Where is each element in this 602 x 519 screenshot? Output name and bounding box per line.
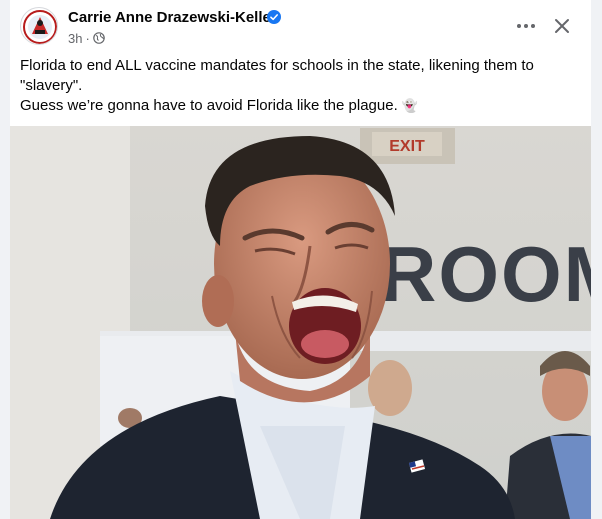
post-header: Carrie Anne Drazewski-Keller 3h · <box>10 0 591 52</box>
more-options-button[interactable] <box>510 12 542 40</box>
verified-badge-icon <box>267 10 281 24</box>
post-time[interactable]: 3h <box>68 31 82 46</box>
more-options-icon <box>517 24 535 28</box>
post-meta: 3h · <box>68 31 105 46</box>
avatar-image <box>23 10 57 44</box>
rooms-sign-text: ROOMS <box>380 230 591 318</box>
close-icon <box>555 19 569 33</box>
post-text: Florida to end ALL vaccine mandates for … <box>20 56 576 116</box>
avatar[interactable] <box>20 7 58 45</box>
author-name[interactable]: Carrie Anne Drazewski-Keller <box>68 9 277 26</box>
photo-illustration: EXIT ROOMS <box>10 126 591 519</box>
close-button[interactable] <box>546 10 578 42</box>
meta-separator: · <box>85 31 90 46</box>
post-text-line-1: Florida to end ALL vaccine mandates for … <box>20 57 534 94</box>
post-text-line-2-text: Guess we’re gonna have to avoid Florida … <box>20 97 398 114</box>
post-card: Carrie Anne Drazewski-Keller 3h · Florida <box>10 0 591 519</box>
exit-sign-text: EXIT <box>389 138 425 155</box>
post-text-line-2: Guess we’re gonna have to avoid Florida … <box>20 96 576 116</box>
ghost-emoji: 👻 <box>401 98 419 113</box>
globe-icon[interactable] <box>93 32 105 44</box>
post-photo[interactable]: EXIT ROOMS <box>10 126 591 519</box>
